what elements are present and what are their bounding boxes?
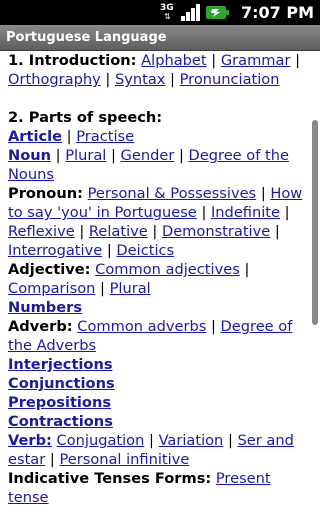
- parts-of-speech-heading: 2. Parts of speech:: [8, 109, 163, 126]
- link-interjections[interactable]: Interjections: [8, 356, 113, 373]
- separator: |: [106, 242, 112, 259]
- contractions-row: Contractions: [8, 412, 308, 431]
- link-common-adjectives[interactable]: Common adjectives: [95, 261, 240, 278]
- link-alphabet[interactable]: Alphabet: [141, 52, 206, 69]
- separator: |: [170, 71, 175, 88]
- article-row: Article | Practise: [8, 127, 308, 146]
- separator: |: [152, 223, 158, 240]
- link-verb[interactable]: Verb:: [8, 432, 52, 449]
- separator: |: [260, 185, 266, 202]
- clock: 7:07 PM: [240, 3, 314, 22]
- link-gender[interactable]: Gender: [121, 147, 175, 164]
- separator: |: [284, 204, 290, 221]
- pronoun-row: Pronoun: Personal & Possessives | How to…: [8, 184, 308, 260]
- separator: |: [274, 223, 280, 240]
- separator: |: [105, 71, 111, 88]
- indicative-row: Indicative Tenses Forms: Present tense: [8, 469, 308, 507]
- separator: |: [295, 52, 301, 69]
- conjunctions-row: Conjunctions: [8, 374, 308, 393]
- verb-row: Verb: Conjugation | Variation | Ser and …: [8, 431, 308, 469]
- pronoun-label: Pronoun:: [8, 185, 83, 202]
- network-3g-icon: 3G ⇅: [160, 3, 174, 21]
- separator: |: [110, 147, 116, 164]
- link-orthography[interactable]: Orthography: [8, 71, 101, 88]
- noun-row: Noun | Plural | Gender | Degree of the N…: [8, 146, 308, 184]
- interjections-row: Interjections: [8, 355, 308, 374]
- link-personal-possessives[interactable]: Personal & Possessives: [88, 185, 257, 202]
- intro-heading: 1. Introduction:: [8, 52, 137, 69]
- content-area[interactable]: 1. Introduction: Alphabet | Grammar | Or…: [8, 51, 308, 507]
- separator: |: [149, 432, 154, 449]
- link-relative[interactable]: Relative: [89, 223, 148, 240]
- app-title: Portuguese Language: [6, 30, 167, 45]
- separator: |: [227, 432, 233, 449]
- adjective-row: Adjective: Common adjectives | Compariso…: [8, 260, 308, 298]
- separator: |: [210, 318, 216, 335]
- app-title-bar: Portuguese Language: [0, 25, 320, 51]
- link-practise[interactable]: Practise: [76, 128, 134, 145]
- separator: |: [244, 261, 250, 278]
- link-demonstrative[interactable]: Demonstrative: [162, 223, 270, 240]
- separator: |: [211, 52, 217, 69]
- link-conjunctions[interactable]: Conjunctions: [8, 375, 115, 392]
- prepositions-row: Prepositions: [8, 393, 308, 412]
- link-prepositions[interactable]: Prepositions: [8, 394, 111, 411]
- link-common-adverbs[interactable]: Common adverbs: [77, 318, 206, 335]
- indicative-label: Indicative Tenses Forms:: [8, 470, 212, 487]
- link-reflexive[interactable]: Reflexive: [8, 223, 75, 240]
- link-adjective-plural[interactable]: Plural: [110, 280, 151, 297]
- link-syntax[interactable]: Syntax: [115, 71, 165, 88]
- separator: |: [49, 451, 55, 468]
- status-icons: 3G ⇅: [160, 3, 230, 22]
- status-bar: 3G ⇅ 7:07 PM: [0, 0, 320, 25]
- link-article[interactable]: Article: [8, 128, 62, 145]
- battery-charging-icon: [204, 3, 230, 22]
- separator: |: [55, 147, 61, 164]
- link-variation[interactable]: Variation: [159, 432, 224, 449]
- link-contractions[interactable]: Contractions: [8, 413, 113, 430]
- link-personal-infinitive[interactable]: Personal infinitive: [59, 451, 189, 468]
- scrollbar[interactable]: [312, 120, 318, 325]
- link-numbers[interactable]: Numbers: [8, 299, 82, 316]
- numbers-row: Numbers: [8, 298, 308, 317]
- separator: |: [100, 280, 105, 297]
- link-noun[interactable]: Noun: [8, 147, 51, 164]
- adjective-label: Adjective:: [8, 261, 91, 278]
- link-deictics[interactable]: Deictics: [116, 242, 174, 259]
- adverb-row: Adverb: Common adverbs | Degree of the A…: [8, 317, 308, 355]
- adverb-label: Adverb:: [8, 318, 73, 335]
- link-noun-plural[interactable]: Plural: [65, 147, 106, 164]
- separator: |: [201, 204, 207, 221]
- separator: |: [66, 128, 72, 145]
- link-pronunciation[interactable]: Pronunciation: [180, 71, 280, 88]
- signal-strength-icon: [180, 3, 202, 22]
- link-interrogative[interactable]: Interrogative: [8, 242, 102, 259]
- link-grammar[interactable]: Grammar: [221, 52, 291, 69]
- separator: |: [79, 223, 85, 240]
- link-comparison[interactable]: Comparison: [8, 280, 95, 297]
- intro-section: 1. Introduction: Alphabet | Grammar | Or…: [8, 51, 308, 89]
- separator: |: [178, 147, 184, 164]
- link-conjugation[interactable]: Conjugation: [57, 432, 145, 449]
- link-indefinite[interactable]: Indefinite: [211, 204, 280, 221]
